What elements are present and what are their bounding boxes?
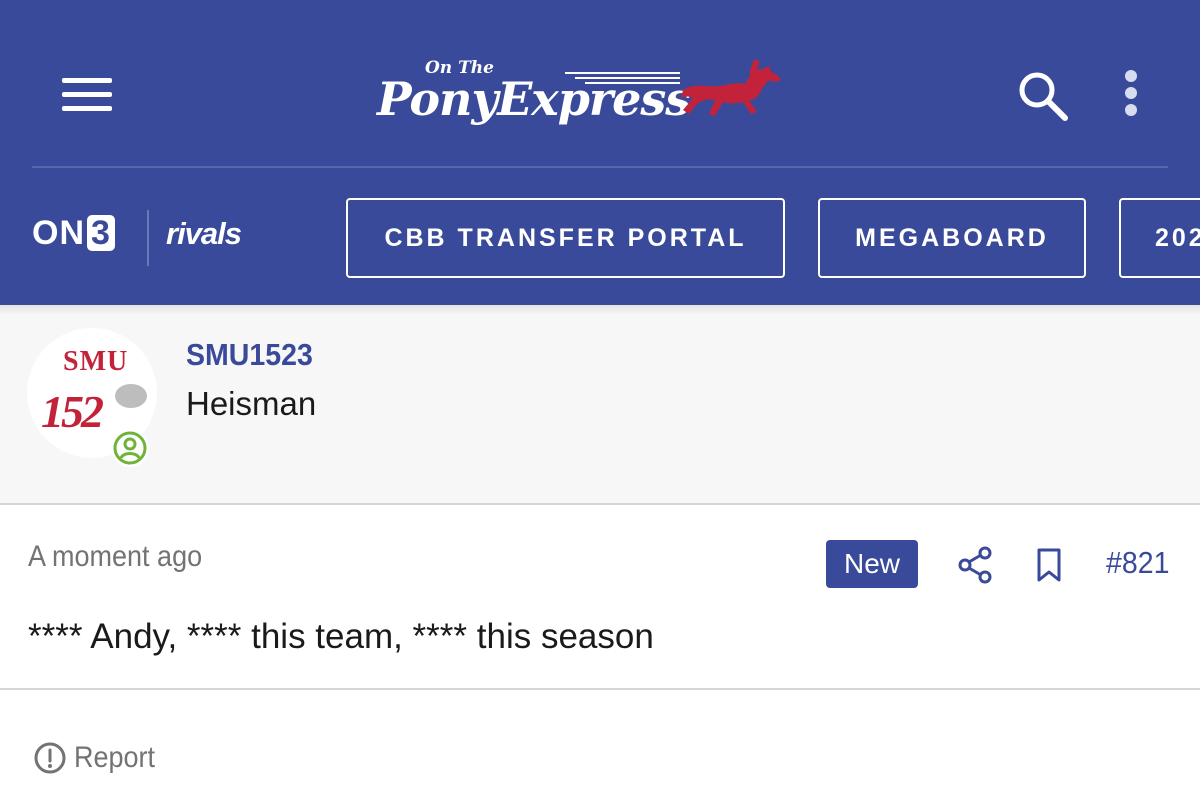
- info-icon: [34, 742, 66, 774]
- new-badge: New: [826, 540, 918, 588]
- menu-button[interactable]: [56, 72, 116, 118]
- post-number-link[interactable]: #821: [1106, 545, 1169, 581]
- more-vert-icon-dot: [1125, 104, 1137, 116]
- site-logo[interactable]: On The PonyExpress: [375, 50, 785, 135]
- search-icon: [1019, 72, 1068, 121]
- brand-separator: [147, 210, 149, 266]
- share-button[interactable]: [957, 545, 993, 585]
- search-button[interactable]: [1015, 68, 1071, 124]
- horse-icon: [681, 60, 781, 116]
- share-icon: [958, 546, 992, 584]
- nav-pill-megaboard[interactable]: MEGABOARD: [818, 198, 1086, 278]
- avatar-text-bottom: 152: [41, 386, 104, 437]
- report-button[interactable]: Report: [33, 738, 164, 778]
- speed-lines-decoration: [565, 72, 680, 84]
- user-online-icon: [113, 431, 147, 465]
- post: A moment ago New #821 **** Andy, **** th…: [0, 507, 1200, 690]
- nav-pill-next[interactable]: 202: [1119, 198, 1200, 278]
- username-link[interactable]: SMU1523: [186, 337, 313, 373]
- online-status-badge: [111, 429, 149, 467]
- menu-icon-line: [62, 92, 112, 97]
- menu-icon-line: [62, 78, 112, 83]
- on3-logo-number: 3: [87, 215, 115, 251]
- user-rank-title: Heisman: [186, 385, 317, 422]
- more-options-button[interactable]: [1116, 68, 1148, 120]
- menu-icon-line: [62, 106, 112, 111]
- site-header: On The PonyExpress ON 3 rivals CBB TRANS…: [0, 0, 1200, 305]
- on3-logo-text: ON: [32, 214, 85, 252]
- post-body-text: **** Andy, **** this team, **** this sea…: [28, 617, 654, 656]
- more-vert-icon-dot: [1125, 70, 1137, 82]
- avatar-text-top: SMU: [63, 346, 129, 377]
- post-timestamp: A moment ago: [28, 540, 203, 573]
- post-author-section: SMU 152 SMU1523 Heisman: [0, 305, 1200, 505]
- report-label: Report: [74, 741, 156, 774]
- on3-logo[interactable]: ON 3: [32, 214, 115, 253]
- bookmark-button[interactable]: [1034, 545, 1064, 585]
- brand-nav-row: ON 3 rivals CBB TRANSFER PORTAL MEGABOARD…: [0, 168, 1200, 305]
- nav-pill-transfer-portal[interactable]: CBB TRANSFER PORTAL: [346, 198, 785, 278]
- more-vert-icon-dot: [1125, 87, 1137, 99]
- bookmark-icon: [1037, 548, 1061, 582]
- top-bar: On The PonyExpress: [0, 0, 1200, 165]
- avatar-ball-graphic: [115, 384, 147, 408]
- rivals-logo[interactable]: rivals: [166, 216, 242, 252]
